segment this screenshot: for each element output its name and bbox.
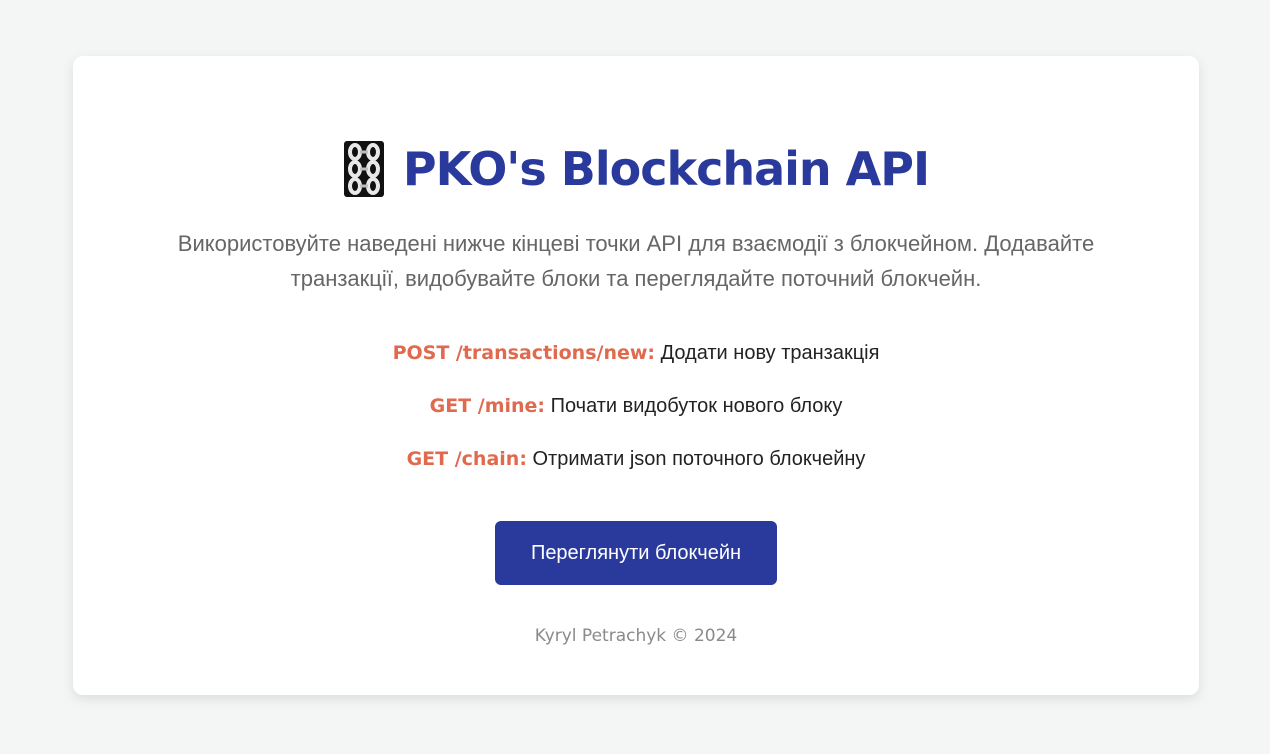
endpoint-method-path: GET /mine: [429,395,546,417]
title-row: PKO's Blockchain API [73,140,1199,198]
endpoint-method-path: POST /transactions/new: [392,342,656,364]
endpoint-item: POST /transactions/new: Додати нову тран… [73,339,1199,392]
endpoint-description: Отримати json поточного блокчейну [532,448,866,470]
endpoint-method-path: GET /chain: [406,448,527,470]
page-title: PKO's Blockchain API [402,142,930,196]
endpoint-description: Почати видобуток нового блоку [550,395,843,417]
endpoint-list: POST /transactions/new: Додати нову тран… [73,339,1199,498]
api-description: Використовуйте наведені нижче кінцеві то… [177,231,1095,291]
main-card: PKO's Blockchain API Використовуйте наве… [73,56,1199,695]
endpoint-item: GET /chain: Отримати json поточного блок… [73,445,1199,498]
footer-copyright: Kyryl Petrachyk © 2024 [534,626,738,646]
endpoint-description: Додати нову транзакція [660,342,880,364]
endpoint-item: GET /mine: Почати видобуток нового блоку [73,392,1199,445]
view-blockchain-button[interactable]: Переглянути блокчейн [495,521,777,585]
chain-icon [343,140,385,198]
